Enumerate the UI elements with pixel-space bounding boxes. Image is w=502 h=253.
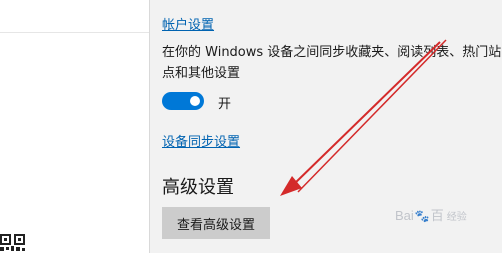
- baidu-watermark: Bai🐾百 经验: [395, 205, 467, 224]
- left-content-pane: [0, 0, 149, 253]
- view-advanced-settings-button[interactable]: 查看高级设置: [162, 207, 270, 239]
- account-settings-link[interactable]: 帐户设置: [162, 14, 214, 33]
- sync-toggle[interactable]: [162, 92, 204, 110]
- advanced-settings-heading: 高级设置: [162, 177, 234, 198]
- sync-toggle-label: 开: [218, 97, 232, 112]
- toggle-knob: [190, 96, 200, 106]
- paw-icon: 🐾: [414, 209, 430, 223]
- device-sync-settings-link[interactable]: 设备同步设置: [162, 131, 240, 150]
- sync-description: 在你的 Windows 设备之间同步收藏夹、阅读列表、热门站点和其他设置: [162, 45, 502, 81]
- qr-code-icon: [0, 234, 25, 251]
- watermark-brand-a: Bai: [395, 208, 414, 223]
- left-top-strip: [0, 0, 149, 33]
- watermark-sub: 经验: [446, 212, 467, 223]
- watermark-brand-b: 百: [430, 208, 444, 223]
